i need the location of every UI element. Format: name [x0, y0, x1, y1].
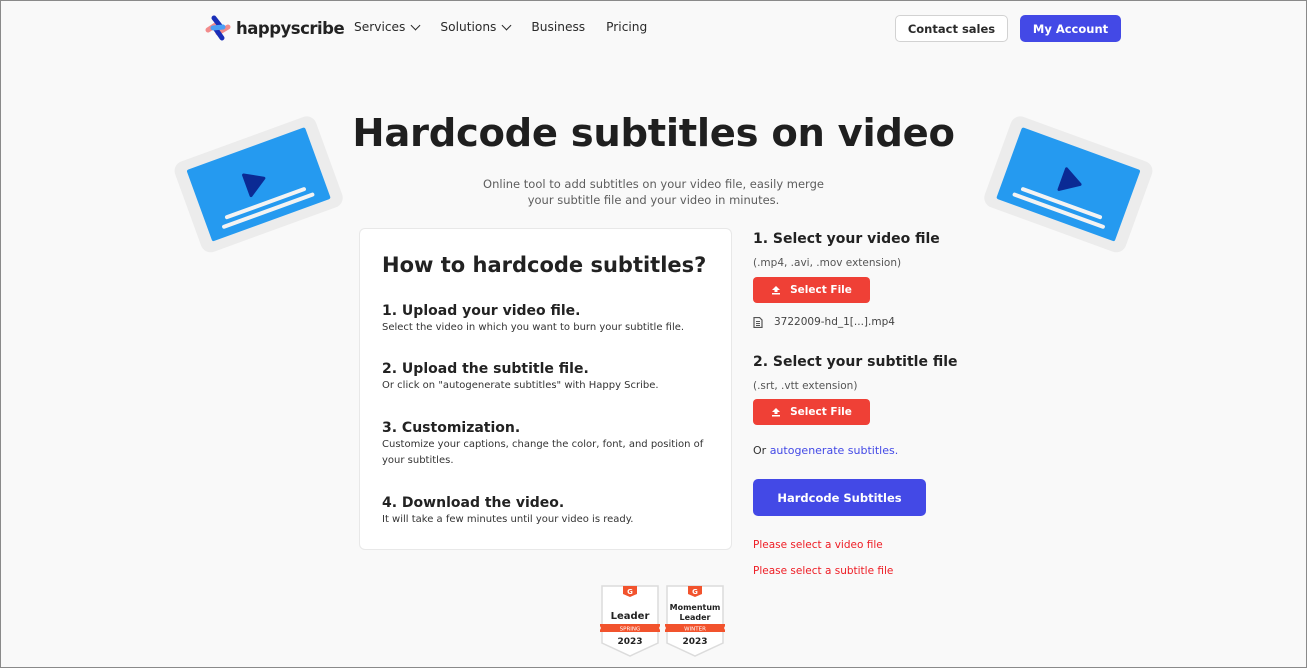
logo[interactable]: happyscribe [204, 14, 345, 42]
video-extension-hint: (.mp4, .avi, .mov extension) [753, 257, 902, 269]
nav-pricing[interactable]: Pricing [606, 20, 647, 34]
nav-pricing-label: Pricing [606, 20, 648, 34]
subtitle-extension-hint: (.srt, .vtt extension) [753, 380, 858, 392]
select-video-file-button[interactable]: Select File [753, 277, 870, 303]
step-title: 2. Upload the subtitle file. [382, 361, 589, 377]
upload-icon [772, 408, 781, 417]
nav-solutions[interactable]: Solutions [440, 20, 512, 34]
g2-leader-badge: G Leader SPRING 2023 [600, 585, 660, 657]
logo-text: happyscribe [236, 18, 345, 38]
badge-year: 2023 [617, 637, 642, 647]
g2-logo-icon: G [627, 588, 633, 596]
selected-video-filename: 3722009-hd_1[...].mp4 [774, 316, 895, 328]
autogenerate-subtitles-link[interactable]: autogenerate subtitles. [770, 444, 899, 457]
file-icon [753, 316, 763, 328]
my-account-button[interactable]: My Account [1020, 15, 1121, 42]
badge-title: Leader [611, 611, 650, 622]
nav-services[interactable]: Services [354, 20, 421, 34]
chevron-down-icon [501, 20, 512, 30]
error-video-missing: Please select a video file [753, 539, 883, 551]
select-subtitle-file-button[interactable]: Select File [753, 399, 870, 425]
step-description: Customize your captions, change the colo… [382, 439, 704, 466]
nav-services-label: Services [354, 20, 406, 34]
step-title: 4. Download the video. [382, 495, 565, 511]
step-description: It will take a few minutes until your vi… [382, 514, 634, 525]
badge-title-line2: Leader [679, 613, 710, 622]
page-subtitle: Online tool to add subtitles on your vid… [1, 176, 1306, 208]
howto-title: How to hardcode subtitles? [382, 253, 707, 277]
happyscribe-logo-icon [205, 15, 231, 41]
badge-title: Momentum [670, 603, 721, 612]
video-section-title: 1. Select your video file [753, 231, 940, 247]
badge-season: SPRING [620, 627, 641, 633]
badge-year: 2023 [682, 637, 707, 647]
step-description: Or click on "autogenerate subtitles" wit… [382, 380, 659, 391]
g2-logo-icon: G [692, 588, 698, 596]
nav-business[interactable]: Business [531, 20, 585, 34]
step-title: 3. Customization. [382, 420, 521, 436]
subtitle-line-1: Online tool to add subtitles on your vid… [483, 177, 824, 191]
step-title: 1. Upload your video file. [382, 303, 581, 319]
selected-video-file: 3722009-hd_1[...].mp4 [753, 316, 895, 328]
nav-business-label: Business [531, 20, 586, 34]
step-description: Select the video in which you want to bu… [382, 322, 685, 333]
nav-links: Services Solutions Business Pricing [354, 20, 668, 34]
upload-icon [772, 286, 781, 295]
howto-step: 4. Download the video. It will take a fe… [382, 494, 712, 528]
subtitle-line-2: your subtitle file and your video in min… [527, 193, 780, 207]
hardcode-subtitles-button[interactable]: Hardcode Subtitles [753, 479, 926, 516]
badge-season: WINTER [684, 627, 706, 633]
contact-sales-button[interactable]: Contact sales [895, 15, 1008, 42]
autogenerate-line: Or autogenerate subtitles. [753, 444, 898, 457]
chevron-down-icon [410, 20, 421, 30]
howto-step: 3. Customization. Customize your caption… [382, 419, 712, 469]
howto-step: 1. Upload your video file. Select the vi… [382, 302, 712, 336]
top-navigation: happyscribe Services Solutions Business … [1, 1, 1306, 55]
nav-solutions-label: Solutions [440, 20, 497, 34]
howto-step: 2. Upload the subtitle file. Or click on… [382, 360, 712, 394]
page-title: Hardcode subtitles on video [352, 111, 955, 156]
select-subtitle-file-label: Select File [790, 406, 852, 418]
error-subtitle-missing: Please select a subtitle file [753, 565, 894, 577]
select-video-file-label: Select File [790, 284, 852, 296]
subtitle-section-title: 2. Select your subtitle file [753, 354, 958, 370]
or-text: Or [753, 444, 770, 457]
g2-momentum-leader-badge: G Momentum Leader WINTER 2023 [665, 585, 725, 657]
howto-card: How to hardcode subtitles? 1. Upload you… [359, 228, 732, 550]
